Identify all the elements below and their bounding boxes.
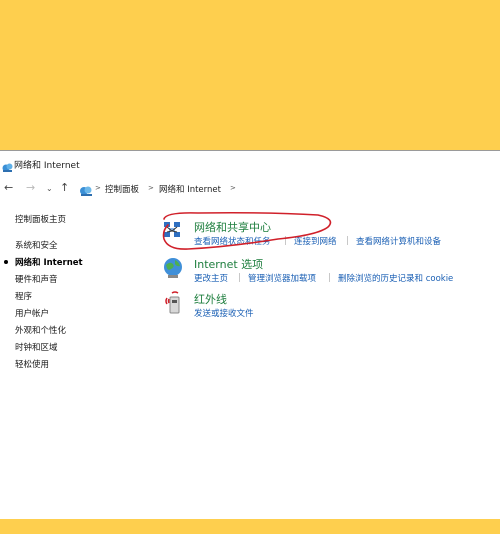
link-divider <box>329 273 330 282</box>
change-homepage-link[interactable]: 更改主页 <box>194 272 228 284</box>
up-arrow-icon[interactable]: ↑ <box>60 181 69 195</box>
connect-to-network-link[interactable]: 连接到网络 <box>294 235 337 247</box>
sidebar-item-appearance[interactable]: 外观和个性化 <box>15 324 66 336</box>
forward-arrow-icon[interactable]: → <box>26 181 35 195</box>
infrared-title[interactable]: 红外线 <box>194 291 227 307</box>
window-title: 网络和 Internet <box>14 161 80 171</box>
sidebar-item-system-security[interactable]: 系统和安全 <box>15 239 58 251</box>
navigation-bar: ← → ⌄ ↑ > 控制面板 > 网络和 Internet > <box>0 179 500 199</box>
sidebar-item-network-internet[interactable]: 网络和 Internet <box>15 256 83 268</box>
breadcrumb-control-panel[interactable]: 控制面板 <box>105 183 139 195</box>
recent-locations-chevron-icon[interactable]: ⌄ <box>46 182 53 196</box>
link-divider <box>239 273 240 282</box>
send-receive-files-link[interactable]: 发送或接收文件 <box>194 307 254 319</box>
link-divider <box>347 236 348 245</box>
network-sharing-center-title[interactable]: 网络和共享中心 <box>194 219 271 235</box>
sidebar-item-ease-of-access[interactable]: 轻松使用 <box>15 358 49 370</box>
title-bar: 网络和 Internet <box>0 151 500 177</box>
control-panel-icon <box>79 182 93 201</box>
back-arrow-icon[interactable]: ← <box>4 181 13 195</box>
yellow-background-top <box>0 0 500 150</box>
control-panel-window: 网络和 Internet ← → ⌄ ↑ > 控制面板 > 网络和 Intern… <box>0 150 500 519</box>
link-divider <box>285 236 286 245</box>
breadcrumb-separator[interactable]: > <box>95 184 101 192</box>
network-sharing-icon <box>162 219 184 245</box>
sidebar-item-clock-region[interactable]: 时钟和区域 <box>15 341 58 353</box>
sidebar-item-control-panel-home[interactable]: 控制面板主页 <box>15 213 66 225</box>
delete-browsing-history-link[interactable]: 删除浏览的历史记录和 cookie <box>338 272 453 284</box>
network-globe-icon <box>2 158 13 177</box>
breadcrumb-network-internet[interactable]: 网络和 Internet <box>159 183 221 195</box>
sidebar-item-programs[interactable]: 程序 <box>15 290 32 302</box>
internet-options-title[interactable]: Internet 选项 <box>194 256 263 272</box>
yellow-background-bottom <box>0 519 500 534</box>
internet-options-icon <box>162 256 184 284</box>
manage-addons-link[interactable]: 管理浏览器加载项 <box>248 272 316 284</box>
infrared-icon <box>164 291 184 319</box>
sidebar-item-hardware-sound[interactable]: 硬件和声音 <box>15 273 58 285</box>
view-network-computers-link[interactable]: 查看网络计算机和设备 <box>356 235 441 247</box>
breadcrumb-separator[interactable]: > <box>148 184 154 192</box>
active-bullet-icon <box>4 260 8 264</box>
sidebar-item-user-accounts[interactable]: 用户帐户 <box>15 307 49 319</box>
breadcrumb-separator[interactable]: > <box>230 184 236 192</box>
view-network-status-link[interactable]: 查看网络状态和任务 <box>194 235 271 247</box>
